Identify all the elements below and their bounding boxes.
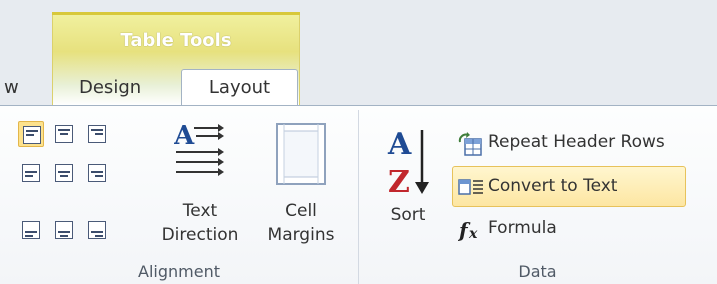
align-bottom-right-button[interactable] — [84, 217, 110, 243]
cell-margins-label-line1: Cell — [285, 201, 317, 221]
sort-az-icon: A Z — [387, 127, 429, 200]
text-direction-button[interactable]: A Text Direction — [152, 118, 248, 260]
align-top-center-button[interactable] — [51, 121, 77, 147]
cell-margins-label-line2: Margins — [267, 225, 335, 245]
svg-text:x: x — [468, 226, 478, 242]
svg-text:Z: Z — [388, 165, 410, 200]
svg-text:A: A — [387, 127, 412, 162]
align-center-left-button[interactable] — [18, 160, 44, 186]
align-bottom-center-button[interactable] — [51, 217, 77, 243]
text-direction-label-line1: Text — [182, 201, 218, 221]
align-top-right-icon — [88, 125, 106, 143]
align-top-right-button[interactable] — [84, 121, 110, 147]
repeat-header-rows-label: Repeat Header Rows — [488, 132, 665, 152]
text-direction-label-line2: Direction — [161, 225, 239, 245]
tab-design[interactable]: Design — [79, 77, 141, 98]
align-top-center-icon — [55, 125, 73, 143]
align-bottom-center-icon — [55, 221, 73, 239]
formula-fx-icon: f x — [458, 218, 478, 242]
repeat-header-rows-icon — [458, 132, 482, 156]
align-top-left-icon — [23, 126, 41, 144]
cell-margins-button[interactable]: Cell Margins — [254, 118, 348, 260]
align-center-right-icon — [88, 164, 106, 182]
sort-button[interactable]: A Z Sort — [370, 118, 446, 260]
align-bottom-left-icon — [22, 221, 40, 239]
group-separator — [358, 110, 359, 284]
alignment-group-label: Alignment — [138, 262, 220, 281]
align-top-left-button[interactable] — [18, 121, 44, 147]
convert-to-text-icon — [458, 179, 483, 195]
table-tools-accent-line — [52, 12, 300, 15]
align-center-left-icon — [22, 164, 40, 182]
tab-partial[interactable]: w — [4, 77, 19, 98]
align-center-icon — [55, 164, 73, 182]
data-group-label: Data — [518, 262, 557, 281]
repeat-header-rows-button[interactable]: Repeat Header Rows — [452, 126, 716, 162]
svg-text:A: A — [174, 121, 195, 151]
align-center-button[interactable] — [51, 160, 77, 186]
formula-button[interactable]: f x Formula — [452, 212, 716, 248]
tab-strip-right — [300, 13, 717, 105]
align-bottom-left-button[interactable] — [18, 217, 44, 243]
formula-label: Formula — [488, 218, 557, 238]
table-tools-title: Table Tools — [120, 30, 232, 51]
text-direction-icon: A — [174, 121, 224, 176]
align-center-right-button[interactable] — [84, 160, 110, 186]
tab-layout-label: Layout — [208, 77, 271, 98]
align-bottom-right-icon — [88, 221, 106, 239]
sort-label: Sort — [390, 205, 426, 225]
cell-margins-icon — [276, 123, 326, 185]
convert-to-text-label: Convert to Text — [488, 176, 618, 196]
